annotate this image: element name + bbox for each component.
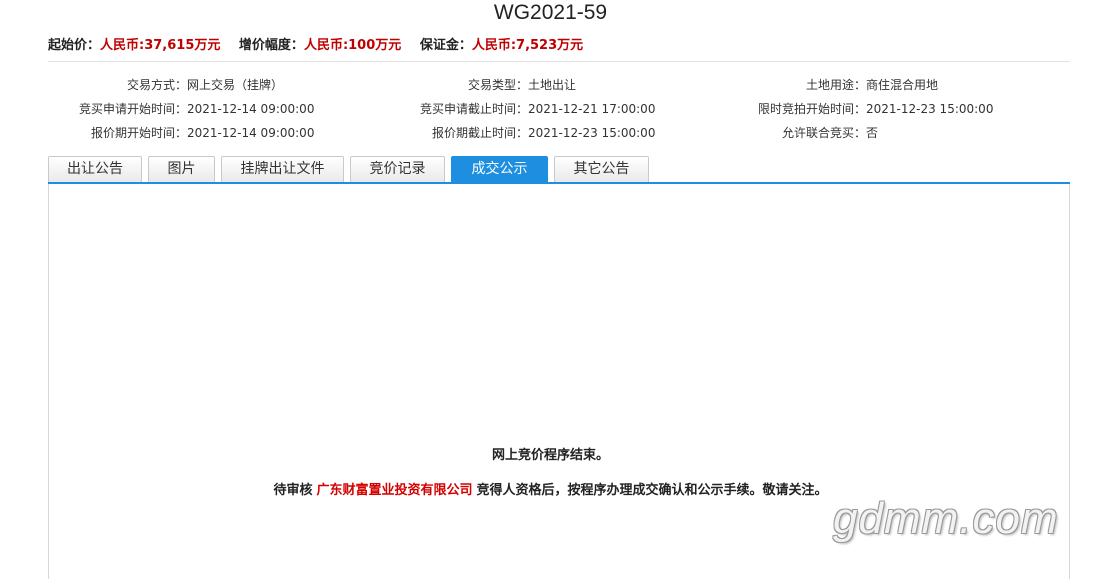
start-price-label: 起始价： [48, 38, 101, 53]
info-value: 商住混合用地 [866, 78, 939, 92]
page-title: WG2021-59 [493, 1, 608, 24]
info-value: 2021-12-23 15:00:00 [866, 102, 994, 116]
tab-listing-documents[interactable]: 挂牌出让文件 [221, 156, 344, 182]
info-row: 竞买申请开始时间：2021-12-14 09:00:00 竞买申请截止时间：20… [0, 100, 1101, 120]
winning-company: 广东财富置业投资有限公司 [316, 483, 473, 498]
info-label: 限时竞拍开始时间： [757, 102, 866, 116]
info-label: 报价期截止时间： [431, 126, 528, 140]
info-label: 交易方式： [126, 78, 187, 92]
info-value: 2021-12-23 15:00:00 [528, 126, 656, 140]
tab-images[interactable]: 图片 [148, 156, 215, 182]
increment: 增价幅度：人民币:100万元 [239, 34, 401, 53]
info-value: 2021-12-21 17:00:00 [528, 102, 656, 116]
deposit-value: 人民币:7,523万元 [471, 38, 584, 53]
info-label: 竞买申请截止时间： [419, 102, 528, 116]
info-label: 竞买申请开始时间： [78, 102, 187, 116]
tab-bidding-records[interactable]: 竞价记录 [350, 156, 445, 182]
result-message: 网上竞价程序结束。 [491, 448, 609, 463]
info-value: 2021-12-14 09:00:00 [187, 126, 315, 140]
start-price-value: 人民币:37,615万元 [100, 38, 221, 53]
info-value: 土地出让 [528, 78, 577, 92]
info-cell: 允许联合竞买：否 [726, 124, 878, 141]
info-cell: 竞买申请开始时间：2021-12-14 09:00:00 [47, 100, 314, 117]
info-cell: 交易类型：土地出让 [388, 76, 576, 93]
info-cell: 报价期开始时间：2021-12-14 09:00:00 [47, 124, 314, 141]
divider [48, 61, 1070, 62]
info-cell: 报价期截止时间：2021-12-23 15:00:00 [388, 124, 655, 141]
tab-other-announcements[interactable]: 其它公告 [554, 156, 649, 182]
info-label: 允许联合竞买： [781, 126, 866, 140]
info-value: 否 [866, 126, 879, 140]
start-price: 起始价：人民币:37,615万元 [48, 34, 220, 53]
info-label: 土地用途： [805, 78, 866, 92]
info-value: 网上交易（挂牌） [187, 78, 284, 92]
deposit-label: 保证金： [419, 38, 472, 53]
info-value: 2021-12-14 09:00:00 [187, 102, 315, 116]
watermark: gdmm.com [833, 494, 1059, 543]
deposit: 保证金：人民币:7,523万元 [420, 34, 583, 53]
tab-announcement[interactable]: 出让公告 [48, 156, 142, 182]
info-cell: 竞买申请截止时间：2021-12-21 17:00:00 [388, 100, 655, 117]
info-cell: 土地用途：商住混合用地 [726, 76, 938, 93]
price-summary: 起始价：人民币:37,615万元 增价幅度：人民币:100万元 保证金：人民币:… [48, 34, 597, 53]
info-row: 交易方式：网上交易（挂牌） 交易类型：土地出让 土地用途：商住混合用地 [0, 76, 1101, 96]
info-label: 交易类型： [467, 78, 528, 92]
info-cell: 限时竞拍开始时间：2021-12-23 15:00:00 [726, 100, 993, 117]
increment-label: 增价幅度： [238, 38, 304, 53]
info-cell: 交易方式：网上交易（挂牌） [47, 76, 283, 93]
increment-value: 人民币:100万元 [303, 38, 402, 53]
tab-deal-announcement[interactable]: 成交公示 [451, 156, 548, 183]
message-suffix: 竞得人资格后，按程序办理成交确认和公示手续。敬请关注。 [476, 483, 828, 498]
info-row: 报价期开始时间：2021-12-14 09:00:00 报价期截止时间：2021… [0, 124, 1101, 144]
message-prefix: 待审核 [273, 483, 313, 498]
info-label: 报价期开始时间： [90, 126, 187, 140]
